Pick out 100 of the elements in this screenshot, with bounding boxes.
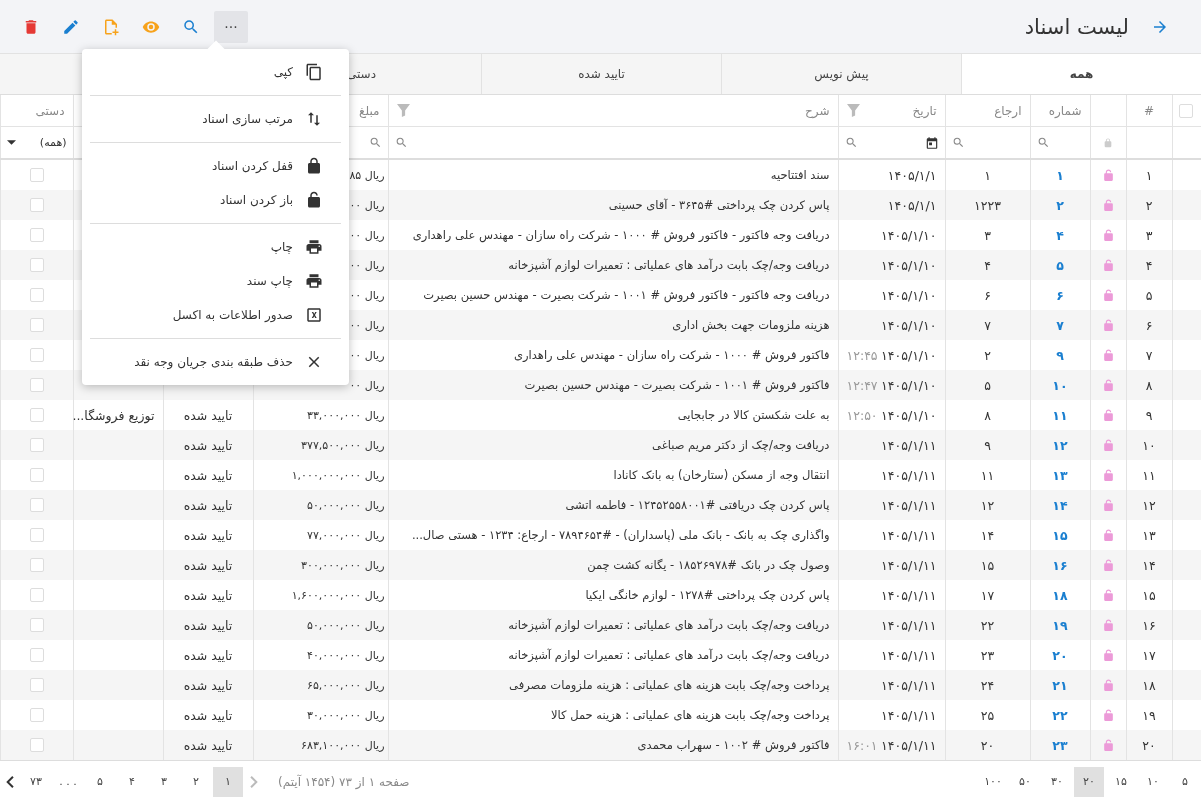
time-text: ۱۲:۵۰ xyxy=(846,407,878,423)
table-cell: ۲۰ xyxy=(1126,730,1172,760)
caret-icon xyxy=(6,140,16,145)
column-header: تاریخ xyxy=(912,103,937,118)
checkbox[interactable] xyxy=(29,228,44,242)
table-cell: ۱۵ xyxy=(945,550,1030,580)
date-text: ۱۴۰۵/۱/۱۰ xyxy=(881,347,937,363)
page-button[interactable]: ۱ xyxy=(213,766,243,797)
checkbox[interactable] xyxy=(29,318,44,332)
table-cell: تایید شده xyxy=(163,490,253,520)
tab[interactable]: پیش نویس xyxy=(721,54,961,94)
document-link[interactable]: ۱۹ xyxy=(1030,610,1090,640)
page-size-option[interactable]: ۵۰ xyxy=(1010,766,1040,797)
document-link[interactable]: ۷ xyxy=(1030,310,1090,340)
checkbox[interactable] xyxy=(29,588,44,602)
page-button[interactable]: ۴ xyxy=(117,766,147,797)
table-cell: ۱۶ xyxy=(1126,610,1172,640)
table-cell: ریال ۵۰,۰۰۰,۰۰۰ xyxy=(253,610,388,640)
table-cell: ۹ xyxy=(945,430,1030,460)
column-header: شرح xyxy=(805,103,830,118)
page-size-option[interactable]: ۱۰۰ xyxy=(978,766,1008,797)
date-text: ۱۴۰۵/۱/۱۱ xyxy=(881,677,937,693)
date-text: ۱۴۰۵/۱/۱۰ xyxy=(881,407,937,423)
checkbox[interactable] xyxy=(29,708,44,722)
checkbox[interactable] xyxy=(29,528,44,542)
filter-field[interactable] xyxy=(1030,126,1090,159)
menu-item[interactable]: مرتب سازی اسناد xyxy=(82,102,349,136)
filter-field[interactable] xyxy=(838,126,945,159)
checkbox[interactable] xyxy=(29,618,44,632)
checkbox[interactable] xyxy=(29,738,44,752)
table-cell: ریال ۳۷۷,۵۰۰,۰۰۰ xyxy=(253,430,388,460)
checkbox[interactable] xyxy=(29,468,44,482)
table-cell: ۴ xyxy=(945,250,1030,280)
checkbox[interactable] xyxy=(29,378,44,392)
page-size-option[interactable]: ۱۵ xyxy=(1106,766,1136,797)
date-text: ۱۴۰۵/۱/۱۱ xyxy=(881,587,937,603)
table-cell: تایید شده xyxy=(163,610,253,640)
page-size-option[interactable]: ۵ xyxy=(1170,766,1200,797)
date-text: ۱۴۰۵/۱/۱۰ xyxy=(881,377,937,393)
date-text: ۱۴۰۵/۱/۱۱ xyxy=(881,557,937,573)
checkbox[interactable] xyxy=(29,438,44,452)
page-button[interactable]: ۷۳ xyxy=(21,766,51,797)
more-button[interactable]: ··· xyxy=(214,10,248,43)
document-link[interactable]: ۱۶ xyxy=(1030,550,1090,580)
page-button[interactable]: . . . xyxy=(53,766,83,797)
document-link[interactable]: ۵ xyxy=(1030,250,1090,280)
document-link[interactable]: ۲ xyxy=(1030,190,1090,220)
checkbox[interactable] xyxy=(29,288,44,302)
tab[interactable]: تایید شده xyxy=(481,54,721,94)
page-size-option[interactable]: ۱۰ xyxy=(1138,766,1168,797)
date-text: ۱۴۰۵/۱/۱۱ xyxy=(881,467,937,483)
date-text: ۱۴۰۵/۱/۱۱ xyxy=(881,617,937,633)
checkbox[interactable] xyxy=(29,348,44,362)
table-cell: ۱۸ xyxy=(1126,670,1172,700)
checkbox[interactable] xyxy=(29,678,44,692)
date-text: ۱۴۰۵/۱/۱۱ xyxy=(881,527,937,543)
spreadsheet-icon xyxy=(305,306,323,324)
document-link[interactable]: ۲۳ xyxy=(1030,730,1090,760)
page-button[interactable]: ۳ xyxy=(149,766,179,797)
checkbox[interactable] xyxy=(29,258,44,272)
document-link[interactable]: ۱۲ xyxy=(1030,430,1090,460)
page-size-option[interactable]: ۳۰ xyxy=(1042,766,1072,797)
table-cell: فاکتور فروش # ۱۰۰۱ - شرکت بصیرت - مهندس حسین بصیرت xyxy=(388,370,838,400)
unlock-icon xyxy=(305,191,323,209)
table-cell: تایید شده xyxy=(163,730,253,760)
filter-field[interactable] xyxy=(388,126,838,159)
document-link[interactable]: ۱۰ xyxy=(1030,370,1090,400)
date-text: ۱۴۰۵/۱/۱۰ xyxy=(881,317,937,333)
search-icon xyxy=(368,136,382,149)
checkbox[interactable] xyxy=(29,558,44,572)
page-button[interactable]: ۲ xyxy=(181,766,211,797)
search-icon xyxy=(182,17,200,36)
checkbox[interactable] xyxy=(29,168,44,182)
table-cell: ۲ xyxy=(1126,190,1172,220)
filter-dropdown[interactable]: (همه) xyxy=(6,136,67,149)
table-cell: ۱۴ xyxy=(1126,550,1172,580)
printer-icon xyxy=(305,238,323,256)
search-icon xyxy=(844,136,858,149)
tab[interactable]: همه xyxy=(961,54,1201,94)
time-text: ۱۲:۴۵ xyxy=(846,347,878,363)
date-text: ۱۴۰۵/۱/۱۰ xyxy=(881,257,937,273)
table-cell: ۴ xyxy=(1126,250,1172,280)
table-cell: ۱۲۲۳ xyxy=(945,190,1030,220)
checkbox[interactable] xyxy=(1179,103,1193,118)
page-title: لیست اسناد xyxy=(1024,14,1129,39)
document-link[interactable]: ۲۱ xyxy=(1030,670,1090,700)
checkbox[interactable] xyxy=(29,198,44,212)
checkbox[interactable] xyxy=(29,408,44,422)
table-cell: ۸ xyxy=(1126,370,1172,400)
table-cell: پرداخت وجه/چک بابت هزینه های عملیاتی : هزینه ملزومات مصرفی xyxy=(388,670,838,700)
printer-icon xyxy=(305,272,323,290)
filter-field[interactable] xyxy=(945,126,1030,159)
table-cell: ریال ۳۰۰,۰۰۰,۰۰۰ xyxy=(253,550,388,580)
page-size-option[interactable]: ۲۰ xyxy=(1074,766,1104,797)
copy-icon xyxy=(305,63,323,81)
document-link[interactable]: ۱۴ xyxy=(1030,490,1090,520)
page-button[interactable]: ۵ xyxy=(85,766,115,797)
checkbox[interactable] xyxy=(29,648,44,662)
checkbox[interactable] xyxy=(29,498,44,512)
column-header: دستی xyxy=(35,103,65,118)
